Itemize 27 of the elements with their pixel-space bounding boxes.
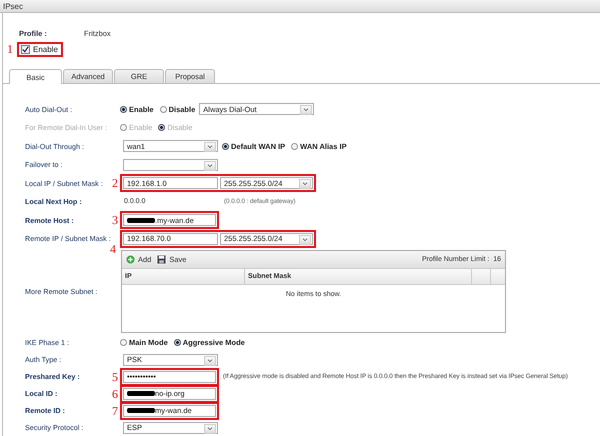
annotation-number: 6 (112, 386, 118, 400)
annotation-number: 5 (112, 370, 118, 384)
plus-icon (126, 254, 135, 264)
caret-icon (302, 238, 308, 242)
annotation-number: 7 (112, 404, 118, 418)
enable-label: Enable (33, 44, 59, 54)
caret-icon (207, 164, 213, 168)
redaction-bar (127, 408, 155, 413)
redaction-bar (127, 218, 155, 223)
annotation-number: 1 (7, 43, 13, 55)
radio-button[interactable] (222, 142, 229, 150)
annotation-number: 4 (110, 242, 116, 256)
caret-icon (207, 426, 213, 430)
window-title: IPsec (3, 2, 24, 10)
annotation-number: 2 (112, 176, 118, 190)
radio-button[interactable] (160, 106, 167, 113)
caret-icon (207, 145, 213, 150)
caret-icon (207, 358, 213, 362)
checkbox[interactable] (21, 44, 30, 54)
redaction-bar (127, 391, 155, 396)
radio-button[interactable] (120, 106, 127, 113)
caret-icon (303, 108, 310, 112)
caret-icon (302, 182, 308, 186)
annotation-number: 3 (112, 213, 118, 228)
radio-button[interactable] (120, 339, 127, 346)
radio-button[interactable] (291, 142, 298, 150)
radio-button[interactable] (174, 339, 181, 346)
